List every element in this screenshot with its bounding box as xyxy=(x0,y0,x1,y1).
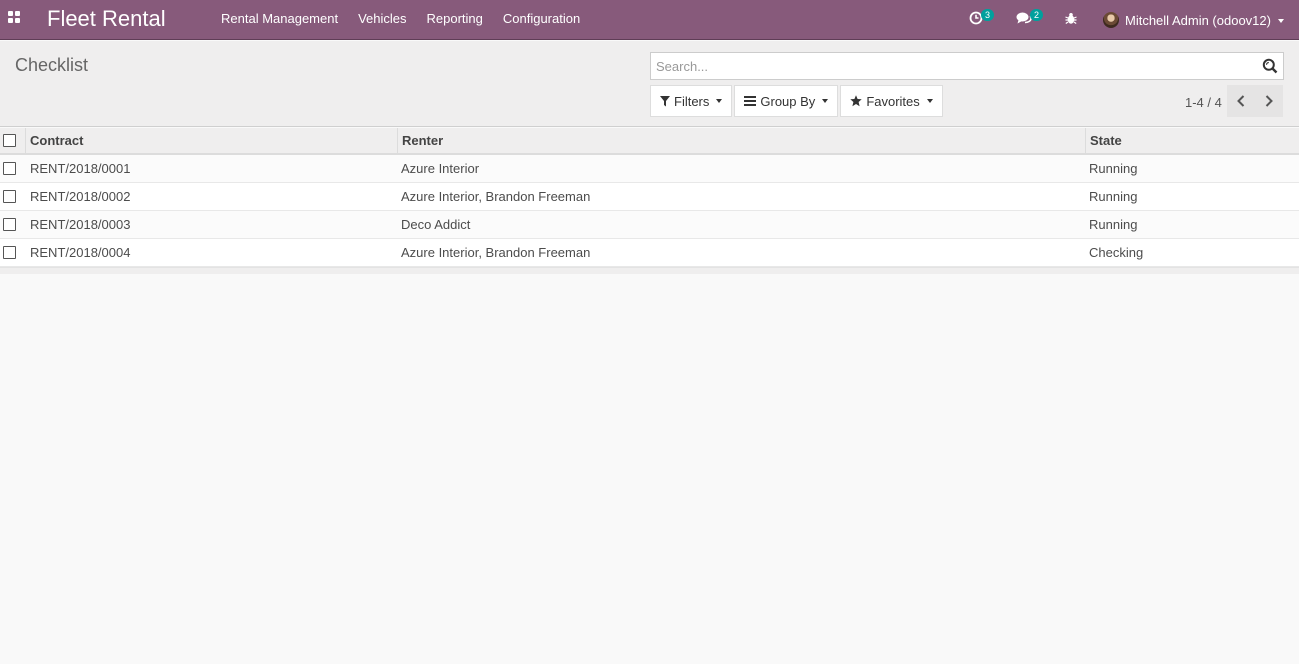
messages-button[interactable]: 2 xyxy=(1015,0,1049,40)
row-select-cell xyxy=(0,155,25,182)
chevron-down-icon xyxy=(716,99,723,103)
user-name: Mitchell Admin (odoov12) xyxy=(1125,12,1271,28)
contract-cell[interactable]: RENT/2018/0003 xyxy=(30,211,130,238)
bug-icon xyxy=(1065,13,1077,24)
search-input[interactable] xyxy=(656,53,1246,79)
contract-cell[interactable]: RENT/2018/0004 xyxy=(30,239,130,266)
column-divider xyxy=(397,128,398,155)
state-cell[interactable]: Checking xyxy=(1089,239,1143,266)
search-icon[interactable] xyxy=(1262,58,1278,74)
chevron-right-icon xyxy=(1265,95,1273,107)
page-title: Checklist xyxy=(15,55,89,75)
select-all-checkbox[interactable] xyxy=(3,134,16,147)
messages-count-badge: 2 xyxy=(1030,9,1044,21)
pager-next-button[interactable] xyxy=(1255,85,1283,117)
renter-cell[interactable]: Azure Interior xyxy=(401,155,479,182)
renter-cell[interactable]: Azure Interior, Brandon Freeman xyxy=(401,239,590,266)
menu-vehicles[interactable]: Vehicles xyxy=(348,0,416,40)
row-checkbox[interactable] xyxy=(3,246,16,259)
main-menu: Rental Management Vehicles Reporting Con… xyxy=(211,0,590,40)
row-checkbox[interactable] xyxy=(3,190,16,203)
renter-cell[interactable]: Azure Interior, Brandon Freeman xyxy=(401,183,590,210)
debug-button[interactable] xyxy=(1064,0,1080,40)
star-icon xyxy=(850,95,863,107)
apps-menu-icon[interactable] xyxy=(8,11,22,25)
user-menu[interactable]: Mitchell Admin (odoov12) xyxy=(1103,0,1284,40)
search-options: Filters Group By Favorites xyxy=(650,85,945,117)
favorites-label: Favorites xyxy=(866,93,920,109)
renter-cell[interactable]: Deco Addict xyxy=(401,211,470,238)
row-select-cell xyxy=(0,211,25,238)
top-navbar: Fleet Rental Rental Management Vehicles … xyxy=(0,0,1299,40)
table-row[interactable]: RENT/2018/0001 Azure Interior Running xyxy=(0,155,1299,183)
contract-cell[interactable]: RENT/2018/0001 xyxy=(30,155,130,182)
group-by-label: Group By xyxy=(760,93,816,109)
chevron-down-icon xyxy=(926,99,933,103)
column-header-renter[interactable]: Renter xyxy=(402,128,443,153)
menu-reporting[interactable]: Reporting xyxy=(417,0,493,40)
table-footer xyxy=(0,267,1299,274)
chevron-left-icon xyxy=(1237,95,1245,107)
table-row[interactable]: RENT/2018/0004 Azure Interior, Brandon F… xyxy=(0,239,1299,267)
column-divider xyxy=(1085,128,1086,155)
chevron-down-icon xyxy=(1277,18,1284,23)
state-cell[interactable]: Running xyxy=(1089,155,1137,182)
list-icon xyxy=(744,96,757,106)
checklist-table: Contract Renter State RENT/2018/0001 Azu… xyxy=(0,128,1299,274)
activity-count-badge: 3 xyxy=(981,9,995,21)
row-checkbox[interactable] xyxy=(3,218,16,231)
chevron-down-icon xyxy=(822,99,829,103)
column-divider xyxy=(25,128,26,155)
table-row[interactable]: RENT/2018/0002 Azure Interior, Brandon F… xyxy=(0,183,1299,211)
group-by-button[interactable]: Group By xyxy=(734,85,839,117)
row-select-cell xyxy=(0,183,25,210)
state-cell[interactable]: Running xyxy=(1089,183,1137,210)
select-all-cell xyxy=(0,128,25,153)
contract-cell[interactable]: RENT/2018/0002 xyxy=(30,183,130,210)
row-checkbox[interactable] xyxy=(3,162,16,175)
menu-rental-management[interactable]: Rental Management xyxy=(211,0,348,40)
search-box xyxy=(650,52,1284,80)
activity-button[interactable]: 3 xyxy=(966,0,1000,40)
control-panel: Checklist Filters Group By Favorites 1-4… xyxy=(0,41,1299,127)
app-brand[interactable]: Fleet Rental xyxy=(47,6,166,32)
menu-configuration[interactable]: Configuration xyxy=(493,0,590,40)
table-row[interactable]: RENT/2018/0003 Deco Addict Running xyxy=(0,211,1299,239)
favorites-button[interactable]: Favorites xyxy=(840,85,943,117)
state-cell[interactable]: Running xyxy=(1089,211,1137,238)
pager-value[interactable]: 1-4 / 4 xyxy=(1185,95,1222,110)
table-header: Contract Renter State xyxy=(0,128,1299,155)
filters-button[interactable]: Filters xyxy=(650,85,733,117)
avatar xyxy=(1103,12,1119,28)
filters-label: Filters xyxy=(674,93,710,109)
column-header-contract[interactable]: Contract xyxy=(30,128,83,153)
row-select-cell xyxy=(0,239,25,266)
pager-previous-button[interactable] xyxy=(1227,85,1255,117)
column-header-state[interactable]: State xyxy=(1090,128,1122,153)
table-body: RENT/2018/0001 Azure Interior Running RE… xyxy=(0,155,1299,267)
filter-icon xyxy=(660,95,670,106)
